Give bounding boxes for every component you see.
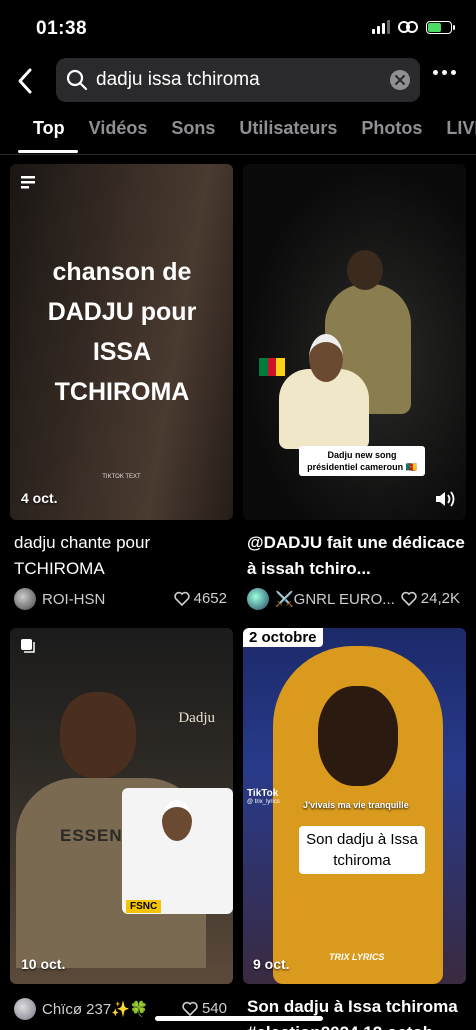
top-label: 2 octobre (243, 628, 323, 647)
person-head (347, 250, 383, 290)
like-count-text: 24,2K (420, 590, 460, 607)
video-date: 10 oct. (21, 956, 66, 972)
tab-sounds[interactable]: Sons (159, 118, 227, 152)
search-icon (66, 69, 88, 91)
person-head (318, 686, 398, 786)
tab-videos[interactable]: Vidéos (77, 118, 160, 152)
tab-live[interactable]: LIVE (434, 118, 476, 152)
tab-active-indicator (18, 150, 78, 153)
like-count-text: 540 (201, 1000, 227, 1017)
like-count: 540 (182, 1000, 227, 1017)
video-author[interactable]: ⚔️GNRL EURO... (247, 588, 395, 610)
caption-line: Dadju new song (327, 450, 397, 460)
watermark-text: TRIX LYRICS (329, 952, 385, 962)
like-count: 4652 (173, 590, 227, 607)
video-author[interactable]: ROI-HSN (14, 588, 105, 610)
back-arrow-icon[interactable] (14, 66, 38, 96)
clear-icon[interactable] (390, 70, 410, 90)
caption-line: présidentiel cameroun 🇨🇲 (307, 462, 417, 472)
photo-carousel-icon (21, 639, 35, 653)
watermark-text: TIKTOK TEXT (102, 474, 141, 480)
video-title[interactable]: dadju chante pour TCHIROMA (14, 530, 224, 582)
tiktok-logo: TikTok @ trix_lyrics (247, 788, 280, 805)
video-thumbnail[interactable]: 2 octobre TikTok @ trix_lyrics J'vivais … (243, 628, 466, 984)
search-query[interactable]: dadju issa tchiroma (96, 69, 390, 91)
avatar (14, 588, 36, 610)
like-count-text: 4652 (193, 590, 227, 607)
video-thumbnail[interactable]: Dadju new song présidentiel cameroun 🇨🇲 (243, 164, 466, 520)
author-name: ROI-HSN (42, 590, 106, 608)
heart-icon (401, 591, 417, 606)
like-count: 24,2K (401, 590, 460, 607)
person-head (309, 334, 343, 382)
heart-icon (173, 591, 190, 606)
video-title[interactable]: Son dadju à Issa tchiroma #election2024 … (247, 994, 467, 1030)
status-icons (372, 20, 455, 34)
video-date: 9 oct. (253, 956, 290, 972)
lyric-text: J'vivais ma vie tranquille (303, 800, 409, 810)
tab-users[interactable]: Utilisateurs (227, 118, 349, 152)
author-name: ⚔️GNRL EURO... (275, 591, 395, 608)
avatar (247, 588, 269, 610)
avatar (14, 998, 36, 1020)
video-author[interactable]: Chïcø 237✨🍀 (14, 998, 149, 1020)
overlay-name: Dadju (178, 710, 215, 726)
heart-icon (182, 1001, 198, 1016)
tab-top[interactable]: Top (0, 118, 77, 152)
video-caption-box: Son dadju à Issa tchiroma (299, 826, 425, 874)
video-thumbnail[interactable]: chanson de DADJU pour ISSA TCHIROMA TIKT… (10, 164, 233, 520)
signal-icon (372, 20, 390, 34)
volume-icon[interactable] (434, 490, 456, 508)
badge: FSNC (126, 900, 162, 913)
video-date: 4 oct. (21, 490, 58, 506)
search-input[interactable]: dadju issa tchiroma (56, 58, 420, 102)
person-head (60, 692, 136, 778)
video-thumbnail[interactable]: Dadju ESSENTIA FSNC 10 oct. (10, 628, 233, 984)
video-caption-box: Dadju new song présidentiel cameroun 🇨🇲 (299, 446, 425, 476)
person-head (162, 800, 192, 841)
carousel-icon (21, 176, 35, 189)
flag-icon (259, 358, 286, 376)
link-icon (398, 21, 418, 33)
tiktok-label: TikTok (247, 788, 279, 799)
tab-photos[interactable]: Photos (349, 118, 434, 152)
video-title[interactable]: @DADJU fait une dédicace à issah tchiro.… (247, 530, 467, 582)
more-options-icon[interactable] (433, 70, 456, 75)
home-indicator (155, 1016, 323, 1021)
tab-bar: Top Vidéos Sons Utilisateurs Photos LIVE (0, 118, 476, 152)
tiktok-user: @ trix_lyrics (247, 799, 280, 805)
divider (0, 154, 476, 155)
status-time: 01:38 (36, 18, 88, 39)
author-name: Chïcø 237✨🍀 (42, 1001, 149, 1018)
video-overlay-text: chanson de DADJU pour ISSA TCHIROMA (47, 258, 197, 406)
battery-icon (426, 20, 455, 34)
